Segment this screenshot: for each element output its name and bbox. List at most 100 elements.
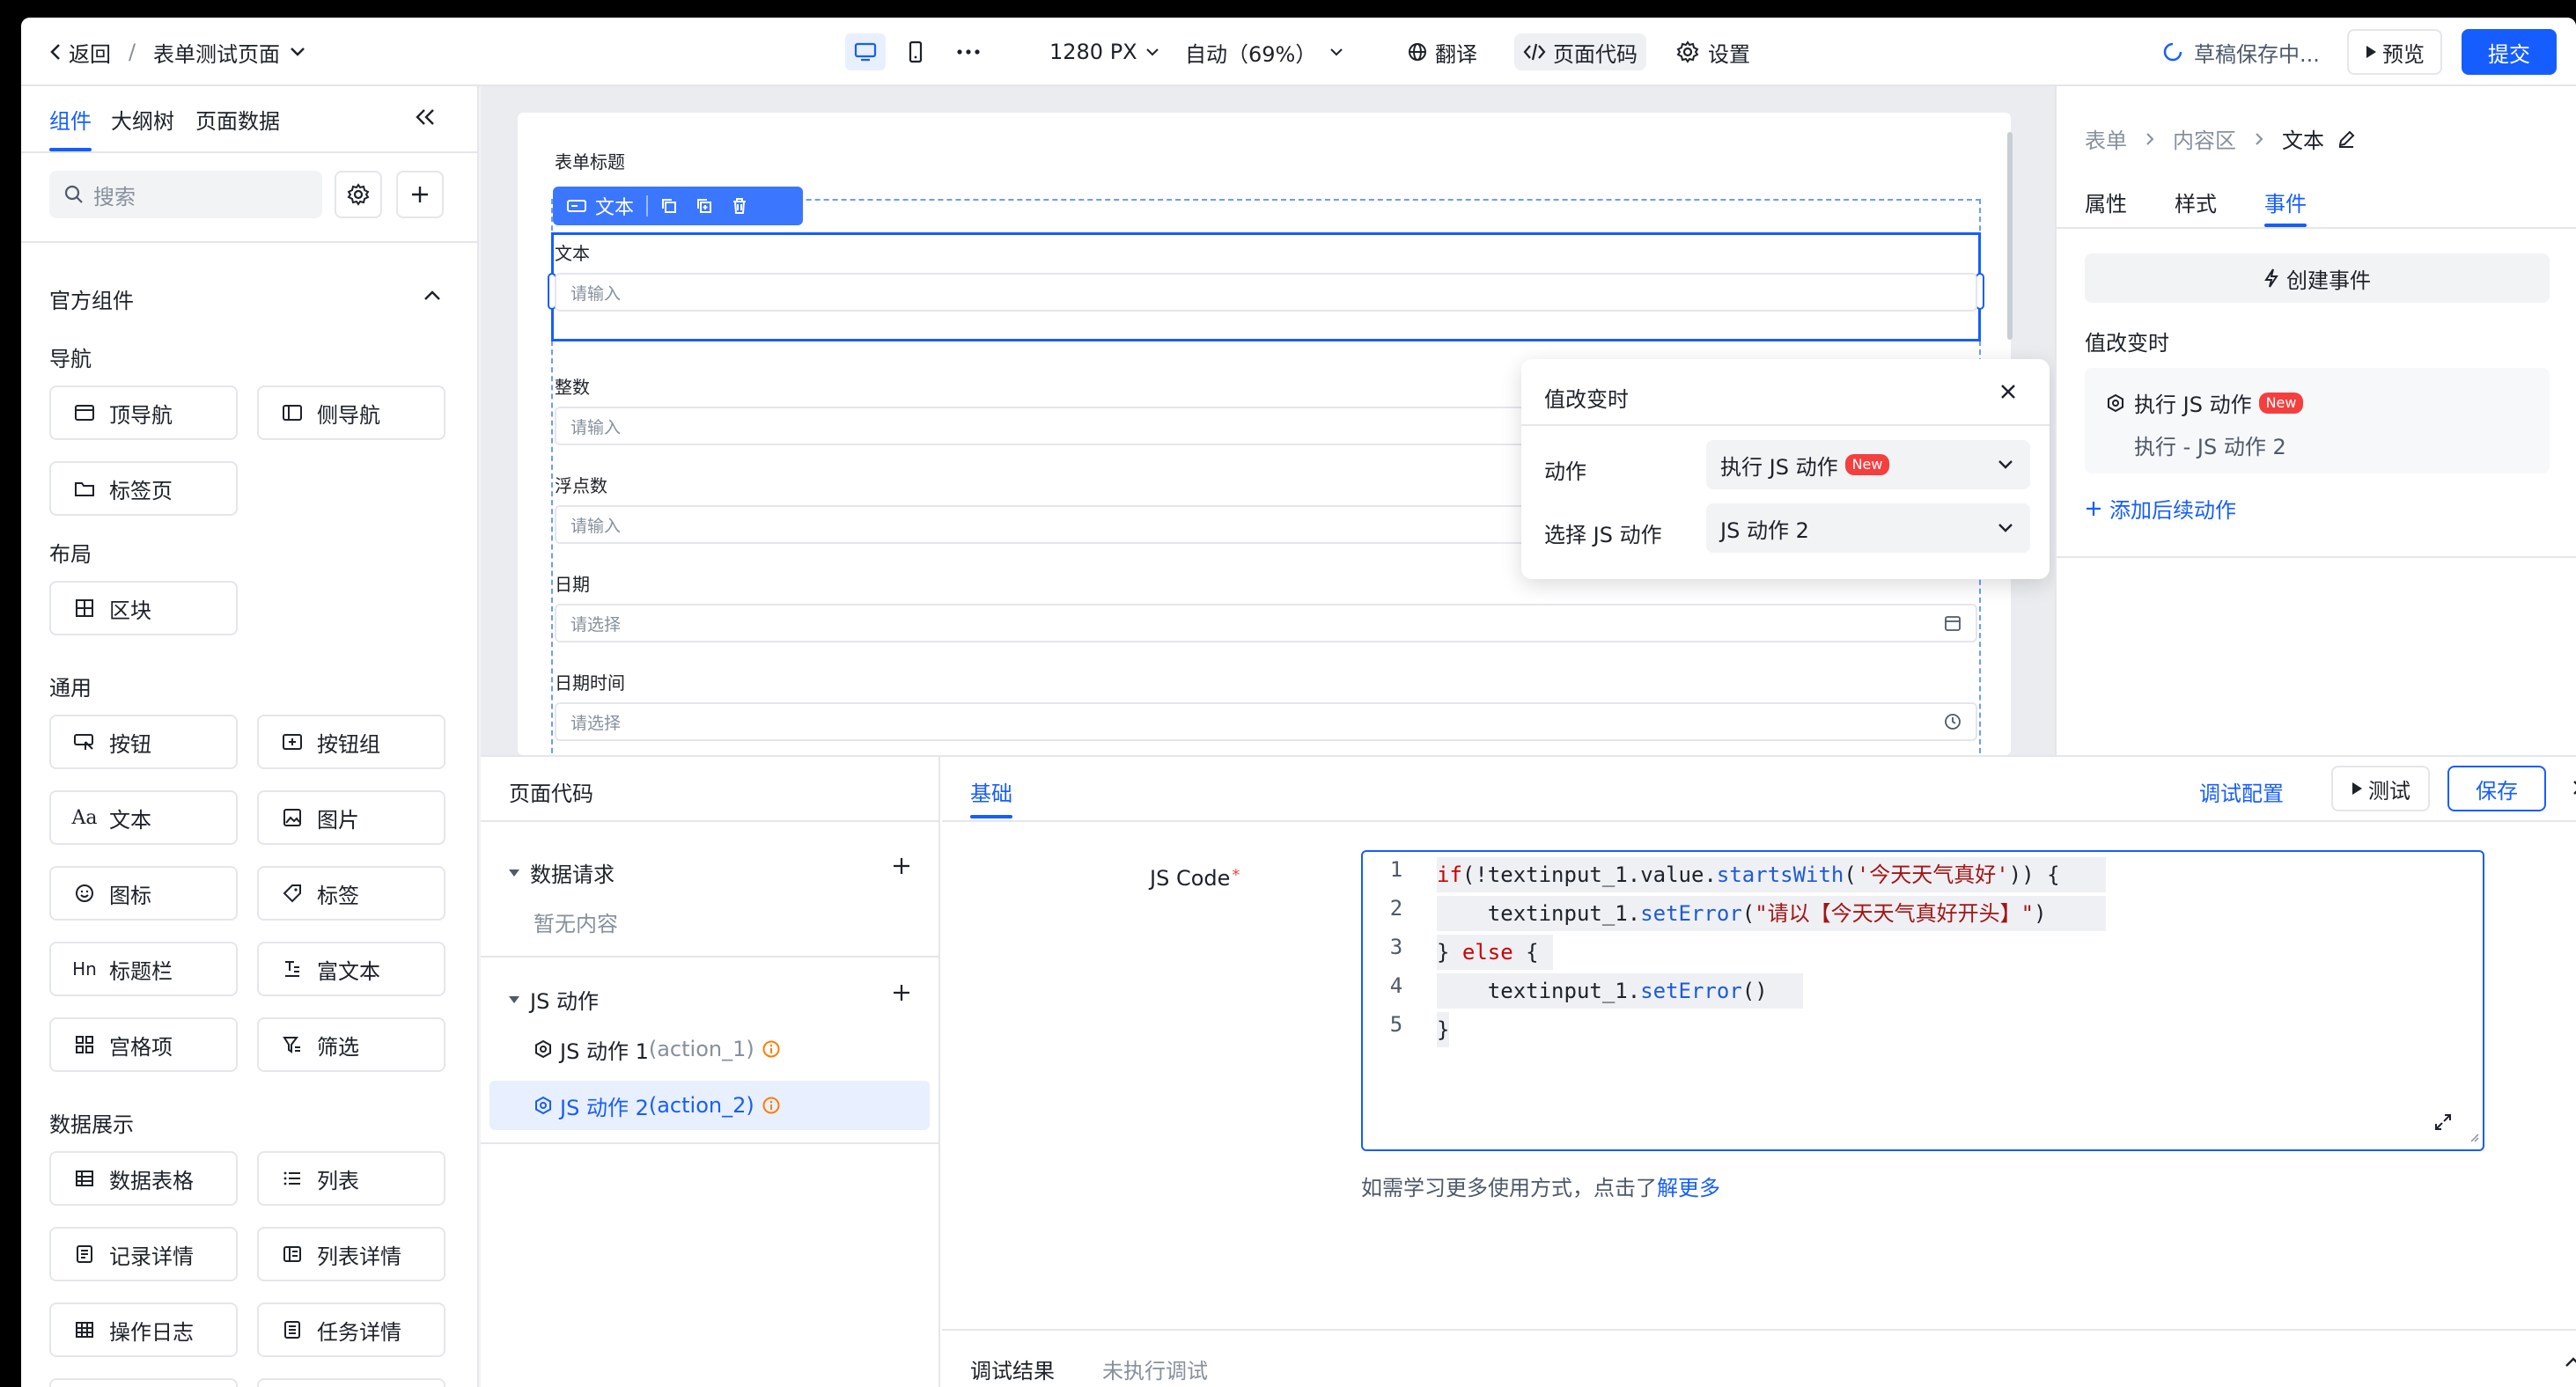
close-popup-button[interactable]	[1997, 380, 2020, 407]
learn-more-link[interactable]: 解更多	[1657, 1176, 1720, 1200]
add-data-request-button[interactable]	[891, 855, 912, 880]
side-nav-icon	[280, 400, 305, 425]
create-event-button[interactable]: 创建事件	[2085, 253, 2550, 303]
group-title-display: 数据展示	[49, 1112, 134, 1137]
select-js-action-label: 选择 JS 动作	[1544, 523, 1662, 547]
component-filter[interactable]: 筛选	[257, 1017, 445, 1072]
breadcrumb-current: 文本	[2282, 128, 2324, 153]
close-code-panel-button[interactable]	[2569, 776, 2576, 803]
component-label: 标签页	[109, 478, 173, 503]
component-list[interactable]: 列表	[257, 1151, 445, 1206]
date-picker[interactable]: 请选择	[555, 604, 1977, 642]
component-label: 数据表格	[109, 1168, 194, 1193]
edit-icon[interactable]	[2337, 129, 2356, 149]
component-tabs[interactable]: 标签页	[49, 461, 238, 516]
debug-config-link[interactable]: 调试配置	[2199, 776, 2284, 807]
properties-panel: 表单 内容区 文本 属性 样式 事件 创建事件 值改变时 执行 JS 动作 Ne…	[2055, 86, 2576, 755]
js-action-item-2[interactable]: JS 动作 2 (action_2)	[489, 1081, 930, 1130]
test-button[interactable]: 测试	[2331, 766, 2430, 811]
back-button[interactable]: 返回	[48, 33, 111, 70]
create-event-label: 创建事件	[2286, 268, 2371, 293]
action-select[interactable]: 执行 JS 动作 New	[1706, 440, 2030, 489]
divider	[942, 820, 2576, 822]
component-image[interactable]: 图片	[257, 790, 445, 845]
component-data-table[interactable]: 数据表格	[49, 1151, 238, 1206]
data-request-group[interactable]: 数据请求	[507, 857, 615, 888]
back-label: 返回	[69, 41, 111, 67]
component-title-bar[interactable]: Hn 标题栏	[49, 942, 238, 996]
expand-debug-button[interactable]	[2564, 1355, 2576, 1372]
tab-properties[interactable]: 属性	[2085, 187, 2127, 217]
translate-label: 翻译	[1435, 41, 1477, 67]
plus-icon	[891, 855, 912, 877]
component-operation-log[interactable]: 操作日志	[49, 1303, 238, 1357]
gear-icon	[347, 183, 370, 206]
save-button[interactable]: 保存	[2447, 766, 2546, 811]
tab-page-data[interactable]: 页面数据	[195, 104, 280, 135]
add-component-button[interactable]	[396, 171, 444, 218]
event-action-card[interactable]: 执行 JS 动作 New 执行 - JS 动作 2	[2085, 368, 2550, 473]
component-button-group[interactable]: 按钮组	[257, 715, 445, 769]
expand-editor-button[interactable]	[2433, 1112, 2453, 1135]
js-action-item-1[interactable]: JS 动作 1 (action_1)	[489, 1024, 930, 1074]
component-top-nav[interactable]: 顶导航	[49, 385, 238, 440]
js-action-select[interactable]: JS 动作 2	[1706, 503, 2030, 553]
component-more-1[interactable]	[49, 1378, 238, 1387]
canvas-scrollbar[interactable]	[2007, 132, 2013, 340]
divider	[942, 1329, 2576, 1331]
tab-underline	[970, 815, 1012, 818]
js-actions-group[interactable]: JS 动作	[507, 984, 599, 1015]
table-icon	[72, 1166, 97, 1191]
resize-grip[interactable]	[2467, 1129, 2479, 1146]
component-more-2[interactable]	[257, 1378, 445, 1387]
datetime-picker[interactable]: 请选择	[555, 702, 1977, 741]
component-task-detail[interactable]: 任务详情	[257, 1303, 445, 1357]
js-code-editor[interactable]: 1 2 3 4 5 if(!textinput_1.value.startsWi…	[1361, 850, 2484, 1151]
tab-events[interactable]: 事件	[2264, 187, 2307, 217]
mobile-view-button[interactable]	[898, 33, 933, 70]
duplicate-icon[interactable]	[696, 197, 713, 215]
width-select[interactable]: 1280 PX	[1049, 33, 1160, 70]
component-tag[interactable]: 标签	[257, 866, 445, 921]
event-action-detail: 执行 - JS 动作 2	[2134, 435, 2286, 459]
component-settings-button[interactable]	[335, 171, 382, 218]
play-icon	[2365, 45, 2377, 59]
log-icon	[72, 1317, 97, 1342]
component-text[interactable]: Aa 文本	[49, 790, 238, 845]
component-icon[interactable]: 图标	[49, 866, 238, 921]
add-follow-up-action[interactable]: 添加后续动作	[2085, 493, 2236, 524]
page-code-button[interactable]: 页面代码	[1514, 33, 1646, 70]
left-tabs: 组件 大纲树 页面数据	[21, 86, 477, 153]
new-badge: New	[2258, 392, 2304, 414]
preview-button[interactable]: 预览	[2347, 29, 2442, 75]
more-button[interactable]	[951, 33, 986, 70]
breadcrumb-item[interactable]: 内容区	[2173, 123, 2236, 154]
zoom-select[interactable]: 自动（69%）	[1185, 33, 1344, 70]
desktop-view-button[interactable]	[845, 33, 886, 70]
component-rich-text[interactable]: 富文本	[257, 942, 445, 996]
search-input[interactable]: 搜索	[49, 171, 322, 218]
tab-styles[interactable]: 样式	[2175, 187, 2217, 217]
component-grid-item[interactable]: 宫格项	[49, 1017, 238, 1072]
tab-basic[interactable]: 基础	[970, 776, 1012, 807]
tab-outline-tree[interactable]: 大纲树	[111, 104, 174, 135]
page-title-dropdown[interactable]: 表单测试页面	[153, 33, 306, 70]
component-list-detail[interactable]: 列表详情	[257, 1227, 445, 1281]
translate-button[interactable]: 翻译	[1407, 33, 1477, 70]
breadcrumb-item[interactable]: 表单	[2085, 123, 2127, 154]
add-follow-up-label: 添加后续动作	[2109, 498, 2236, 523]
component-label: 按钮	[109, 731, 151, 757]
submit-button[interactable]: 提交	[2462, 29, 2557, 75]
copy-icon[interactable]	[660, 197, 678, 215]
collapse-section-button[interactable]	[423, 289, 442, 305]
component-side-nav[interactable]: 侧导航	[257, 385, 445, 440]
collapse-panel-button[interactable]	[412, 106, 438, 132]
settings-button[interactable]: 设置	[1676, 33, 1750, 70]
tab-components[interactable]: 组件	[49, 104, 92, 135]
text-input[interactable]: 请输入	[555, 273, 1977, 312]
component-button[interactable]: 按钮	[49, 715, 238, 769]
trash-icon[interactable]	[731, 197, 748, 215]
add-js-action-button[interactable]	[891, 982, 912, 1007]
component-record-detail[interactable]: 记录详情	[49, 1227, 238, 1281]
component-block[interactable]: 区块	[49, 581, 238, 635]
